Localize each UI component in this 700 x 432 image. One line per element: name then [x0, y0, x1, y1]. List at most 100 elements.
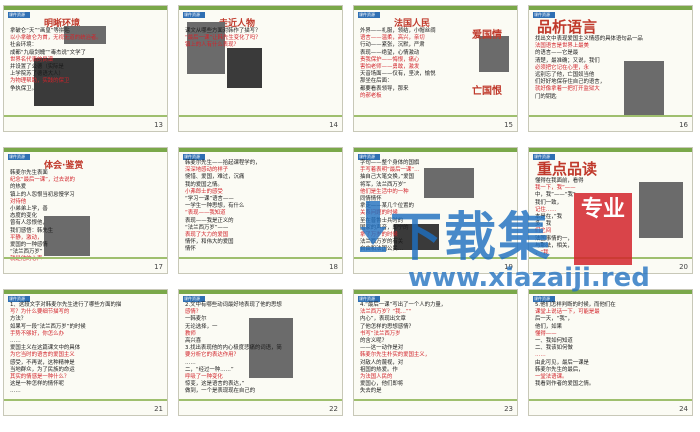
slide-number: 22 — [329, 405, 338, 413]
slide-side-label: 亡国恨 — [472, 86, 502, 97]
slide-top-bar — [4, 6, 167, 10]
slide-text-line: 社会环境： — [10, 42, 37, 49]
slide-illustration — [479, 36, 509, 72]
slide-footer-bar — [529, 257, 692, 259]
slide-text-line: 国家的声音，即宁的 — [360, 224, 409, 231]
slide-footer-bar — [4, 257, 167, 259]
slide-tab-label: 课件资源 — [9, 12, 25, 17]
slide-top-bar — [529, 290, 692, 294]
slide-text-line: 的热爱 — [10, 184, 27, 191]
slide-footer-bar — [4, 399, 167, 401]
slide-text-line: 对待他 — [10, 198, 27, 205]
slide-text-line: 记住…… — [535, 206, 557, 213]
slide-number: 21 — [154, 405, 163, 413]
slide-text-line: 教师 — [185, 330, 196, 337]
slide-thumbnail-23[interactable]: 课件资源 4.“最后一课”写出了一个人的力量， 法兰西万岁？“我…”“ 内心”，表现出… — [353, 289, 518, 416]
slide-text-line: 我们一致， — [535, 199, 562, 206]
slide-number: 15 — [504, 121, 513, 129]
slide-text-line: 后一天，“我”， — [535, 316, 573, 323]
slide-thumbnail-14[interactable]: 课件资源 走近人物 课文从哪些方面对韩作了描写？ “最后一课”让韩先生变化了吗？ 镇上的… — [178, 5, 343, 132]
slide-body-text: 找出文中表现爱国主义情感的具体语句品一品 法国语言是世界上最美 的语言——它是最 清楚… — [535, 36, 685, 101]
slide-number: 13 — [154, 121, 163, 129]
slide-top-bar — [179, 148, 342, 152]
slide-text-line: 世界名代表的民谱 — [10, 56, 54, 63]
slide-number: 23 — [504, 405, 513, 413]
slide-text-line: 二，“经过一种……” — [185, 366, 234, 373]
slide-number: 24 — [679, 405, 688, 413]
slide-thumbnail-18[interactable]: 课件资源 韩麦尔先生——拾起课程学的， 深深地感动的样子 惋惜、爱国，难过，沉痛 我的爱… — [178, 147, 343, 274]
slide-footer-bar — [354, 257, 517, 259]
slide-text-line: 写？为什么要细节描写的 — [10, 309, 70, 316]
slide-number: 20 — [679, 263, 688, 271]
slide-body-text: 5.他们怎样判断的时候，而他们在 课堂上说话一下，可能是最 后一天，“我”， 他们，如… — [535, 302, 685, 388]
slide-text-line: 责我保护——悔恨，痛心 — [360, 56, 420, 63]
slide-tab-label: 课件资源 — [9, 154, 25, 159]
slide-text-line: 就好像拿着一把打开监狱大 — [535, 86, 600, 93]
slide-thumbnail-21[interactable]: 课件资源 1、这段文字对韩麦尔先生进行了哪些方面的描 写？为什么要细节描写的 方法？如… — [3, 289, 168, 416]
slide-text-line: 懂得—— — [535, 330, 557, 337]
slide-text-line: 与那法，相关， — [535, 242, 573, 249]
slide-number: 17 — [154, 263, 163, 271]
slide-number: 16 — [679, 121, 688, 129]
slide-text-line: 为物理帮助，实践的保卫 — [10, 78, 70, 85]
slide-text-line: 内心”，表现出文章 — [360, 316, 406, 323]
slide-body-text: 韩麦尔先生——拾起课程学的， 深深地感动的样子 惋惜、爱国，难过，沉痛 我的爱国之情。… — [185, 160, 335, 254]
slide-number: 14 — [329, 121, 338, 129]
slide-text-line: 感受，不再说，这种精神是 — [10, 359, 75, 366]
slide-thumbnail-13[interactable]: 课件资源 明晰环境 拿破仑“天”“画皇”等拼贴 以小拿破仑为首，无视无道的统治者。 社会… — [3, 5, 168, 132]
slide-body-text: 2.文中有哪些动词最好地表现了他的思想 感情？ 一韩麦尔 无论选择，一 教师 高兴喜 3.找… — [185, 302, 335, 396]
slide-text-line: …… — [185, 359, 196, 366]
slide-text-line: 感情？ — [185, 309, 202, 316]
slide-illustration — [227, 48, 262, 88]
slide-tab-label: 课件资源 — [184, 12, 200, 17]
slide-footer-bar — [529, 399, 692, 401]
slide-text-line: 中，我”——“我” — [535, 192, 576, 199]
slide-text-line: 韩麦尔先生朴实的爱国主义， — [360, 352, 431, 359]
slide-text-line: 我们感悟：韩先生 — [10, 227, 54, 234]
slide-body-text: 课文从哪些方面对韩作了描写？ “最后一课”让韩先生变化了吗？ 镇上的人有什么表现？ — [185, 28, 335, 50]
slide-text-line: 至在普鲁士兵时的 — [360, 217, 404, 224]
slide-text-line: 镇上的人怨恨当初怠慢学习 — [10, 191, 75, 198]
slide-text-line: 平静，激动， — [10, 234, 43, 241]
slide-text-line: 多，我 — [535, 221, 552, 228]
slide-thumbnail-22[interactable]: 课件资源 2.文中有哪些动词最好地表现了他的思想 感情？ 一韩麦尔 无论选择，一 教师 高兴… — [178, 289, 343, 416]
slide-text-line: 惋惜、爱国，难过，沉痛 — [185, 174, 245, 181]
slide-text-line: 为它当时的语言的爱国主义 — [10, 352, 75, 359]
slide-top-bar — [179, 290, 342, 294]
slide-text-line: 由此可见，最后一课是 — [535, 359, 589, 366]
slide-text-line: 小弗郎士的感受 — [185, 188, 223, 195]
slide-text-line: 这是一种怎样的情怀呢 — [10, 381, 64, 388]
slide-title: 品析语言 — [537, 18, 598, 36]
slide-thumbnail-16[interactable]: 课件资源 品析语言 找出文中表现爱国主义情感的具体语句品一品 法国语言是世界上最美 的语… — [528, 5, 693, 132]
slide-body-text: 懂得在我面前，看得 我一下，我”—— 中，我”——“我” 我们一致， 记住…… 本是在，”… — [535, 178, 685, 257]
slide-text-line: 了他怎样的思想感情？ — [360, 323, 414, 330]
slide-text-line: 必须把它记在心里，永 — [535, 64, 589, 71]
slide-text-line: 无论选择，一 — [185, 323, 218, 330]
slide-text-line: 将军，法兰西万岁” — [360, 181, 406, 188]
slide-text-line: 那坐在后面： — [360, 78, 393, 85]
slide-text-line: 我看到作者的爱国之情。 — [535, 381, 595, 388]
slide-text-line: 我的爱国之情。 — [185, 181, 223, 188]
slide-text-line: 如果写一段“法兰西万岁”的时候 — [10, 323, 86, 330]
slide-text-line: 方法？ — [10, 316, 27, 323]
slide-title: 重点品读 — [537, 160, 598, 178]
slide-thumbnail-20[interactable]: 课件资源 重点品读 懂得在我面前，看得 我一下，我”—— 中，我”——“我” 我们一致，记… — [528, 147, 693, 274]
slide-body-text: 韩麦尔先生表面 纪念“最后一课”，过去说的 的热爱 镇上的人怨恨当初怠慢学习 对待他 小弟… — [10, 170, 160, 264]
slide-thumbnail-24[interactable]: 课件资源 5.他们怎样判断的时候，而他们在 课堂上说话一下，可能是最 后一天，“我”，… — [528, 289, 693, 416]
slide-text-line: 情怀，和伟大的爱国 — [185, 239, 234, 246]
slide-text-line: 行动——紧张，沉默，严肃 — [360, 42, 425, 49]
slide-text-line: 手势不够好，你怎么办 — [10, 330, 64, 337]
slide-thumbnail-15[interactable]: 课件资源 法国人民 爱国情 亡国恨 外界——礼服，领结，小帽丝绸 语言——温柔，高兴，亲切… — [353, 5, 518, 132]
slide-text-line: 他们是生活中的一种 — [360, 188, 409, 195]
slide-text-line: 情怀 — [185, 246, 196, 253]
slide-top-bar — [179, 6, 342, 10]
slide-text-line: 法国事情的一， — [535, 235, 573, 242]
slide-text-line: 成都“九级剑魄”“毒杰说”文学了 — [10, 49, 86, 56]
slide-text-line: 对敌人的蔑视，对 — [360, 359, 404, 366]
slide-side-label: 爱国情 — [472, 30, 502, 41]
slide-text-line: 当地群众，为了民族的命运 — [10, 366, 75, 373]
slide-thumbnail-19[interactable]: 课件资源 字句——整个身体的国旗 手写着表明”最后一课“… 抽自己大笔交换，”爱国 将军… — [353, 147, 518, 274]
slide-thumbnail-17[interactable]: 课件资源 体会·鉴赏 韩麦尔先生表面 纪念“最后一课”，过去说的 的热爱 镇上的人怨恨当初… — [3, 147, 168, 274]
slide-text-line: 做到，一个是表现现在自己的 — [185, 388, 256, 395]
slide-text-line: …… — [535, 352, 546, 359]
